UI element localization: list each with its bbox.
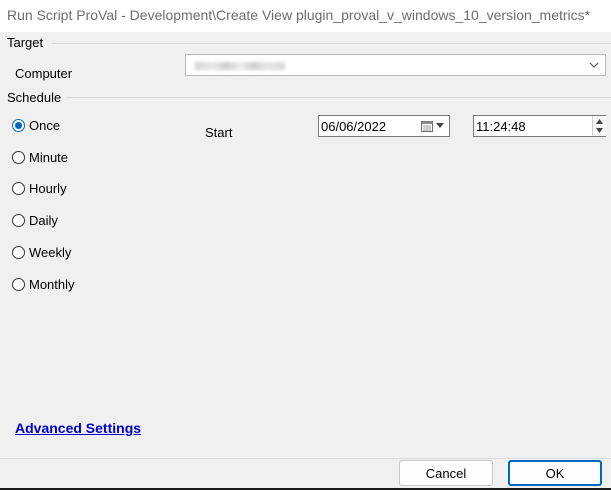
time-spinner[interactable] [592, 116, 606, 136]
target-separator [52, 43, 611, 44]
radio-minute-label: Minute [29, 150, 69, 165]
radio-monthly[interactable]: Monthly [12, 277, 75, 292]
radio-once-label: Once [29, 118, 61, 133]
radio-minute[interactable]: Minute [12, 150, 68, 165]
radio-once[interactable]: Once [12, 118, 60, 133]
start-time-value[interactable]: 11:24:48 [476, 119, 526, 134]
radio-weekly-button[interactable] [12, 246, 25, 259]
schedule-section-label: Schedule [7, 90, 62, 105]
radio-once-button[interactable] [12, 119, 25, 132]
window-title: Run Script ProVal - Development\Create V… [7, 7, 591, 23]
spin-down-icon[interactable] [596, 128, 603, 133]
spin-up-icon[interactable] [596, 119, 603, 124]
radio-daily-label: Daily [29, 213, 58, 228]
start-time-picker[interactable]: 11:24:48 [473, 115, 606, 137]
start-date-value[interactable]: 06/06/2022 [321, 119, 386, 134]
computer-combobox[interactable] [185, 54, 606, 76]
radio-daily[interactable]: Daily [12, 213, 58, 228]
computer-value-redacted [195, 62, 285, 70]
ok-button[interactable]: OK [508, 460, 602, 486]
radio-daily-button[interactable] [12, 214, 25, 227]
start-label: Start [205, 125, 233, 140]
advanced-settings-link[interactable]: Advanced Settings [15, 420, 141, 436]
radio-monthly-button[interactable] [12, 278, 25, 291]
target-section-label: Target [7, 35, 44, 50]
radio-hourly[interactable]: Hourly [12, 181, 67, 196]
start-date-picker[interactable]: 06/06/2022 [318, 115, 450, 137]
radio-hourly-button[interactable] [12, 182, 25, 195]
chevron-down-icon[interactable] [587, 57, 601, 73]
cancel-button[interactable]: Cancel [399, 460, 493, 486]
schedule-separator [66, 97, 611, 98]
radio-monthly-label: Monthly [29, 277, 75, 292]
radio-weekly-label: Weekly [29, 245, 72, 260]
radio-weekly[interactable]: Weekly [12, 245, 71, 260]
radio-minute-button[interactable] [12, 151, 25, 164]
radio-hourly-label: Hourly [29, 181, 67, 196]
calendar-icon[interactable] [421, 120, 433, 132]
computer-label: Computer [15, 66, 73, 81]
dropdown-arrow-icon[interactable] [436, 123, 444, 128]
